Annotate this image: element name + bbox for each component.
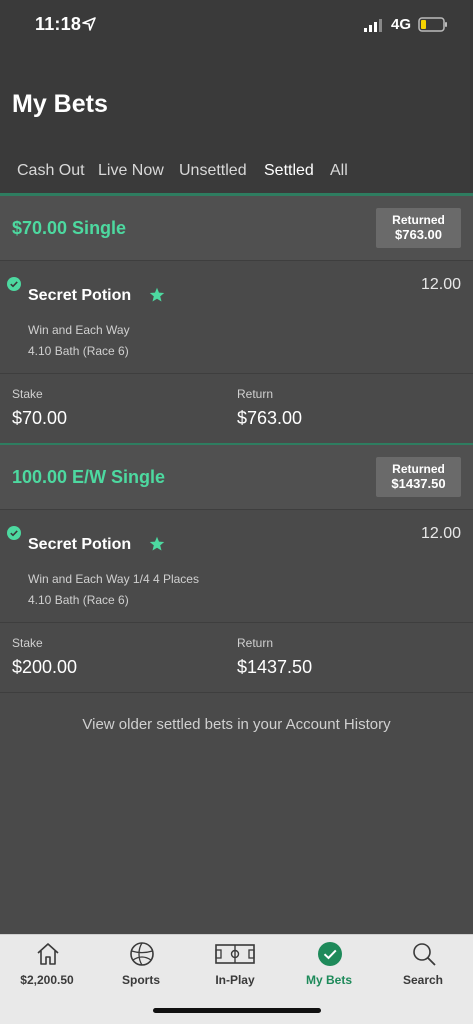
return-value: $1437.50 <box>237 657 313 677</box>
check-circle-icon <box>7 277 21 291</box>
status-time: 11:18 <box>35 14 82 34</box>
tab-cash-out[interactable]: Cash Out <box>17 162 85 180</box>
home-icon <box>37 943 59 965</box>
nav-search[interactable]: Search <box>376 935 470 995</box>
signal-icon <box>364 19 382 32</box>
selection-odds: 12.00 <box>420 525 461 542</box>
bet-selection[interactable]: Secret Potion 12.00 Win and Each Way 1/4… <box>0 510 473 623</box>
selection-event: 4.10 Bath (Race 6) <box>28 593 129 607</box>
returned-badge: Returned $763.00 <box>376 208 461 248</box>
selection-market: Win and Each Way <box>28 323 130 337</box>
nav-balance[interactable]: $2,200.50 <box>0 935 94 995</box>
return-label: Return <box>237 636 274 650</box>
selection-market: Win and Each Way 1/4 4 Places <box>28 572 199 586</box>
nav-search-label: Search <box>402 973 444 987</box>
stake-label: Stake <box>12 387 43 401</box>
return-value: $763.00 <box>237 408 303 428</box>
location-arrow-icon <box>82 17 96 31</box>
section-divider <box>0 692 473 693</box>
nav-my-bets[interactable]: My Bets <box>282 935 376 995</box>
tab-live-now[interactable]: Live Now <box>98 162 164 180</box>
selection-name: Secret Potion <box>28 536 132 553</box>
returned-badge: Returned $1437.50 <box>376 457 461 497</box>
returned-label: Returned <box>392 462 445 476</box>
network-type: 4G <box>391 16 412 33</box>
bet-title: $70.00 Single <box>12 218 127 238</box>
returned-amount: $1437.50 <box>391 476 446 491</box>
returned-amount: $763.00 <box>395 227 442 242</box>
stake-label: Stake <box>12 636 43 650</box>
selection-event: 4.10 Bath (Race 6) <box>28 344 129 358</box>
football-icon <box>130 942 154 966</box>
nav-in-play[interactable]: In-Play <box>188 935 282 995</box>
tab-settled[interactable]: Settled <box>264 162 314 180</box>
page-title: My Bets <box>12 90 108 118</box>
bet-card-header[interactable]: $70.00 Single Returned $763.00 <box>0 196 473 261</box>
selection-odds: 12.00 <box>420 276 461 293</box>
stake-return-row: Stake $200.00 Return $1437.50 <box>0 624 473 694</box>
stake-value: $70.00 <box>12 408 68 428</box>
check-circle-icon <box>318 942 342 966</box>
nav-my-bets-label: My Bets <box>305 973 352 987</box>
stake-value: $200.00 <box>12 657 78 677</box>
star-icon <box>149 536 165 551</box>
nav-balance-label: $2,200.50 <box>20 973 74 987</box>
bet-filter-tabs: Cash Out Live Now Unsettled Settled All <box>0 158 473 196</box>
bet-title: 100.00 E/W Single <box>12 467 166 487</box>
header: 11:18 4G My Bets Cash Out Live Now Unset… <box>0 0 473 196</box>
status-bar: 11:18 4G <box>0 0 473 52</box>
nav-in-play-label: In-Play <box>215 973 255 987</box>
pitch-icon <box>215 944 255 964</box>
check-circle-icon <box>7 526 21 540</box>
return-label: Return <box>237 387 274 401</box>
account-history-link[interactable]: View older settled bets in your Account … <box>0 716 473 733</box>
star-icon <box>149 287 165 302</box>
stake-return-row: Stake $70.00 Return $763.00 <box>0 375 473 445</box>
home-indicator <box>153 1008 321 1013</box>
battery-icon <box>418 17 447 32</box>
bet-selection[interactable]: Secret Potion 12.00 Win and Each Way 4.1… <box>0 261 473 374</box>
nav-sports[interactable]: Sports <box>94 935 188 995</box>
selection-name: Secret Potion <box>28 287 132 304</box>
bet-card-header[interactable]: 100.00 E/W Single Returned $1437.50 <box>0 445 473 510</box>
returned-label: Returned <box>392 213 445 227</box>
nav-sports-label: Sports <box>121 973 160 987</box>
search-icon <box>413 943 436 966</box>
tab-all[interactable]: All <box>330 162 348 180</box>
tab-unsettled[interactable]: Unsettled <box>179 162 247 180</box>
